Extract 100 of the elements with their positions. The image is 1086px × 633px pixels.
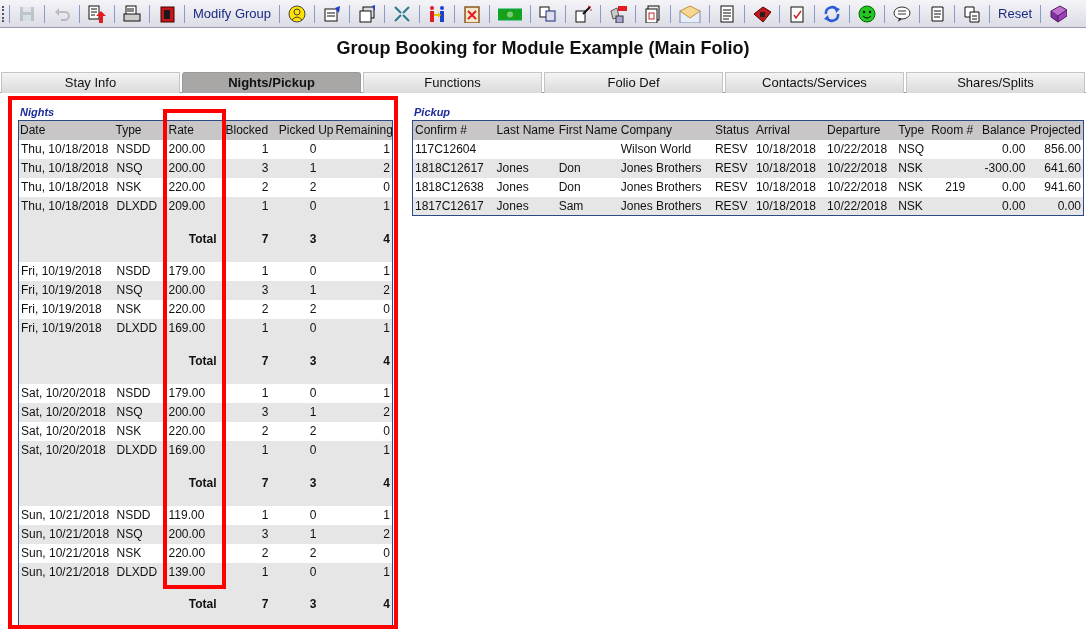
table-cell: 1 <box>224 196 271 216</box>
table-cell: 10/22/2018 <box>825 139 897 159</box>
clipboard-check-icon[interactable] <box>788 4 807 23</box>
table-cell: 200.00 <box>160 280 225 300</box>
tab[interactable]: Nights/Pickup <box>182 72 361 93</box>
clipboard-cross-icon[interactable] <box>463 4 482 23</box>
toolbar-button[interactable]: Reset <box>990 2 1040 25</box>
table-cell: 1 <box>224 505 271 525</box>
table-cell: Sun, 10/21/2018 <box>18 505 115 525</box>
cards-icon[interactable] <box>644 4 663 23</box>
page-title: Group Booking for Module Example (Main Folio) <box>336 36 750 60</box>
table-cell: 200.00 <box>160 402 225 422</box>
table-cell: 2 <box>334 524 393 544</box>
column-header: Arrival <box>753 120 826 140</box>
scroll-icon[interactable] <box>928 4 947 23</box>
book-icon[interactable] <box>158 4 176 23</box>
table-cell: DLXDD <box>114 440 161 460</box>
table-cell: NSDD <box>114 383 161 403</box>
total-cell: 4 <box>334 459 393 506</box>
table-cell: Jones Brothers <box>618 196 713 216</box>
column-header: Departure <box>825 120 897 140</box>
speech-bubble-icon[interactable] <box>893 4 912 23</box>
column-header: Company <box>618 120 713 140</box>
stacked-scrolls-icon[interactable] <box>963 4 982 23</box>
total-cell: 7 <box>224 581 271 628</box>
refresh-icon[interactable] <box>823 4 842 23</box>
total-cell: 3 <box>270 215 335 262</box>
section-heading: Pickup <box>413 105 452 119</box>
tab[interactable]: Folio Def <box>544 72 723 93</box>
table-cell: 220.00 <box>160 177 225 197</box>
tab[interactable]: Functions <box>363 72 542 93</box>
column-header: Remaining <box>334 120 393 140</box>
column-header: Status <box>712 120 754 140</box>
tab[interactable]: Contacts/Services <box>725 72 904 93</box>
table-cell: 1 <box>334 383 393 403</box>
table-cell: 3 <box>224 280 271 300</box>
table-cell: Sun, 10/21/2018 <box>18 524 115 544</box>
smiley-icon[interactable] <box>858 4 877 23</box>
table-cell: 1818C12617 <box>412 158 495 178</box>
column-header: Date <box>18 120 115 140</box>
document-arrow-icon[interactable] <box>88 4 106 23</box>
column-header: Projected <box>1027 120 1084 140</box>
table-cell: NSQ <box>114 280 161 300</box>
total-cell: 4 <box>334 215 393 262</box>
table-cell: 179.00 <box>160 261 225 281</box>
stacked-documents-icon[interactable] <box>358 4 377 23</box>
table-cell: 1 <box>334 318 393 338</box>
total-label: Total <box>160 581 225 628</box>
table-cell: 2 <box>224 543 271 563</box>
total-cell: 7 <box>224 337 271 384</box>
table-cell: Fri, 10/19/2018 <box>18 280 115 300</box>
total-cell: 3 <box>270 459 335 506</box>
table-cell: 2 <box>224 177 271 197</box>
table-cell: NSK <box>114 543 161 563</box>
table-cell: NSDD <box>114 139 161 159</box>
toolbar-button[interactable]: Modify Group <box>185 2 280 25</box>
table-cell: 0 <box>334 299 393 319</box>
table-cell: 3 <box>224 524 271 544</box>
table-cell: 139.00 <box>160 562 225 582</box>
table-cell: 10/22/2018 <box>825 177 897 197</box>
split-lines-icon[interactable] <box>393 4 412 23</box>
table-cell: NSDD <box>114 261 161 281</box>
table-cell: NSQ <box>896 139 930 159</box>
document-pen-icon[interactable] <box>323 4 342 23</box>
column-header: Picked Up <box>270 120 335 140</box>
magic-wand-icon[interactable] <box>574 4 593 23</box>
table-cell: 169.00 <box>160 318 225 338</box>
column-header: Confirm # <box>412 120 495 140</box>
table-cell: RESV <box>712 196 754 216</box>
total-cell: 7 <box>224 215 271 262</box>
table-cell: 2 <box>334 280 393 300</box>
tab[interactable]: Shares/Splits <box>906 72 1085 93</box>
table-cell: NSK <box>896 177 930 197</box>
table-cell: NSQ <box>114 158 161 178</box>
table-cell: Fri, 10/19/2018 <box>18 261 115 281</box>
table-cell: 1 <box>334 261 393 281</box>
table-cell: 641.60 <box>1027 158 1084 178</box>
person-icon[interactable] <box>288 4 307 23</box>
column-header: Room # <box>929 120 974 140</box>
toolbar-grip[interactable] <box>2 5 5 22</box>
column-header: Type <box>114 120 161 140</box>
table-cell: Jones <box>494 177 557 197</box>
table-cell: 2 <box>224 299 271 319</box>
people-arrow-icon[interactable] <box>428 4 447 23</box>
table-cell: Thu, 10/18/2018 <box>18 196 115 216</box>
table-cell: 2 <box>270 177 335 197</box>
table-cell: 10/18/2018 <box>753 177 826 197</box>
tab[interactable]: Stay Info <box>1 72 180 93</box>
table-cell: 209.00 <box>160 196 225 216</box>
total-cell: 3 <box>270 581 335 628</box>
document-icon[interactable] <box>718 4 737 23</box>
total-label: Total <box>160 459 225 506</box>
copy-icon[interactable] <box>539 4 558 23</box>
table-cell: 2 <box>334 158 393 178</box>
table-cell: 1 <box>270 524 335 544</box>
table-cell: NSQ <box>114 524 161 544</box>
table-cell: Jones <box>494 196 557 216</box>
total-label: Total <box>160 215 225 262</box>
printer-icon[interactable] <box>123 4 141 23</box>
table-cell: 0 <box>334 543 393 563</box>
